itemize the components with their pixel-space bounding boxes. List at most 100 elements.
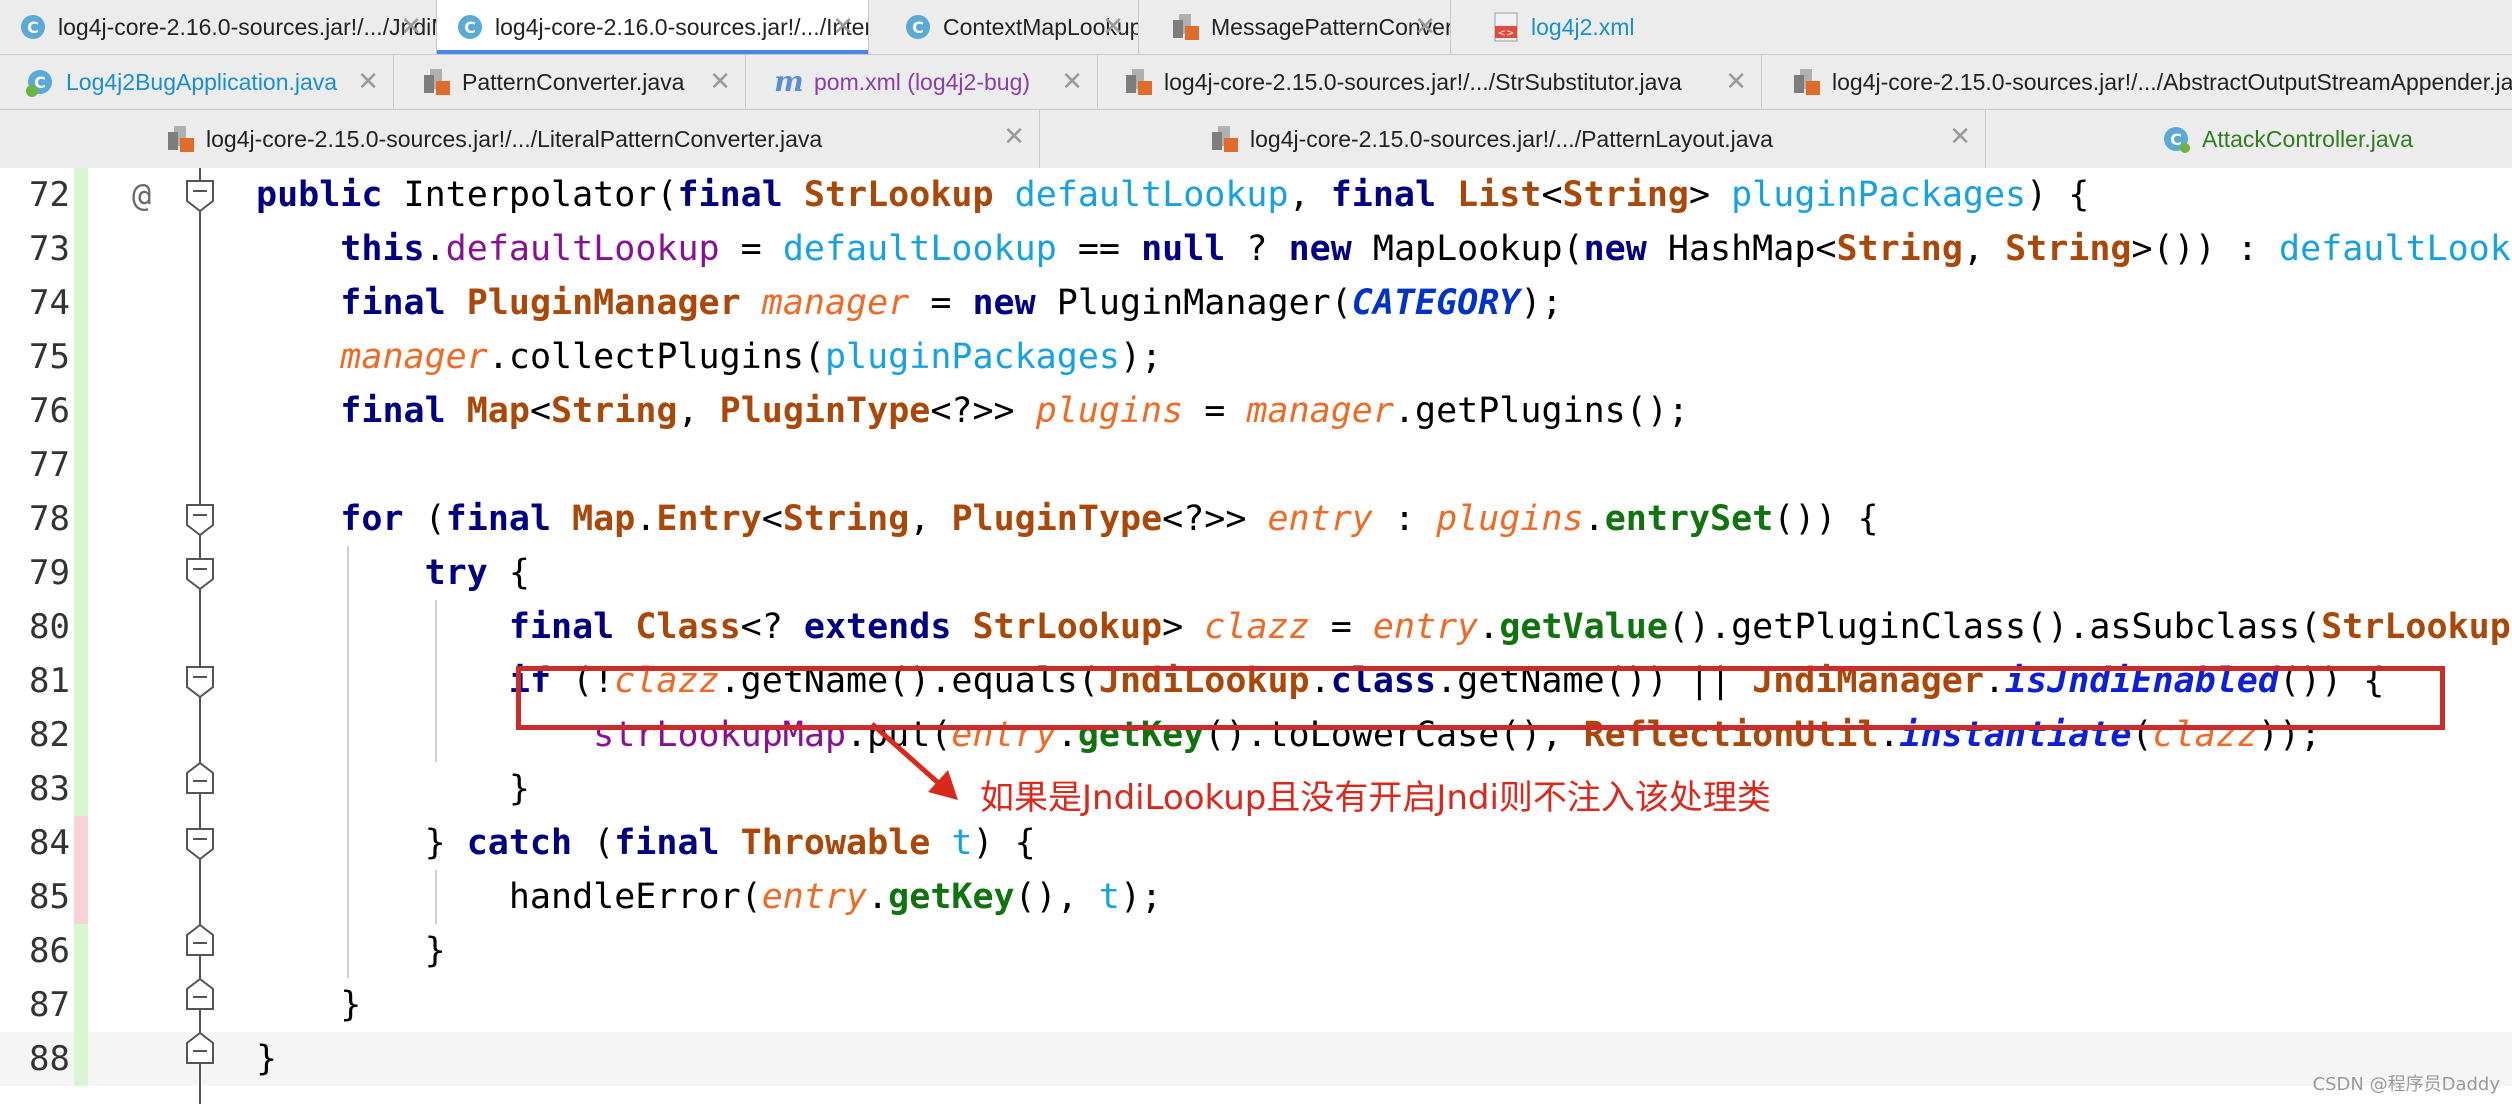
- vcs-change-marker[interactable]: [74, 384, 88, 438]
- code-text[interactable]: public Interpolator(final StrLookup defa…: [256, 168, 2089, 222]
- tab-label: log4j-core-2.15.0-sources.jar!/.../Abstr…: [1832, 68, 2512, 95]
- tab-strsubstitutor[interactable]: log4j-core-2.15.0-sources.jar!/.../StrSu…: [1098, 55, 1762, 109]
- tab-contextmaplookup[interactable]: C ContextMapLookup.java ✕: [869, 0, 1139, 54]
- code-line[interactable]: 72 @ public Interpolator(final StrLookup…: [0, 168, 2512, 222]
- tab-label: Log4j2BugApplication.java: [66, 68, 338, 95]
- implementation-marker[interactable]: @: [132, 168, 151, 222]
- tab-messagepatternconverter[interactable]: MessagePatternConverter.java ✕: [1139, 0, 1451, 54]
- code-text[interactable]: } catch (final Throwable t) {: [256, 816, 1036, 870]
- tab-pom-xml[interactable]: m pom.xml (log4j2-bug) ✕: [746, 55, 1098, 109]
- line-number: 77: [29, 445, 70, 485]
- close-tab-icon[interactable]: ✕: [1949, 122, 1971, 152]
- tab-log4j2-xml[interactable]: <> log4j2.xml: [1451, 0, 1651, 54]
- line-number: 72: [29, 175, 70, 215]
- svg-text:C: C: [912, 18, 924, 37]
- code-line[interactable]: 80 final Class<? extends StrLookup> claz…: [0, 600, 2512, 654]
- vcs-change-marker[interactable]: [74, 492, 88, 546]
- tab-log4j2bugapplication[interactable]: C Log4j2BugApplication.java ✕: [0, 55, 394, 109]
- tab-label: log4j-core-2.15.0-sources.jar!/.../Patte…: [1250, 125, 1773, 152]
- vcs-change-marker[interactable]: [74, 222, 88, 276]
- code-line[interactable]: 73 this.defaultLookup = defaultLookup ==…: [0, 222, 2512, 276]
- code-text[interactable]: for (final Map.Entry<String, PluginType<…: [256, 492, 1878, 546]
- maven-icon: m: [774, 67, 804, 97]
- tab-jndimanager[interactable]: C log4j-core-2.16.0-sources.jar!/.../Jnd…: [0, 0, 437, 54]
- tab-label: log4j-core-2.15.0-sources.jar!/.../Liter…: [206, 125, 823, 152]
- line-number: 85: [29, 877, 70, 917]
- close-tab-icon[interactable]: ✕: [400, 12, 422, 42]
- vcs-change-marker[interactable]: [74, 708, 88, 762]
- code-text[interactable]: this.defaultLookup = defaultLookup == nu…: [256, 222, 2512, 276]
- code-line[interactable]: 77: [0, 438, 2512, 492]
- code-line[interactable]: 88 }: [0, 1032, 2512, 1086]
- code-line[interactable]: 76 final Map<String, PluginType<?>> plug…: [0, 384, 2512, 438]
- svg-text:C: C: [464, 18, 476, 37]
- vcs-change-marker[interactable]: [74, 546, 88, 600]
- line-number: 79: [29, 553, 70, 593]
- code-line[interactable]: 75 manager.collectPlugins(pluginPackages…: [0, 330, 2512, 384]
- close-tab-icon[interactable]: ✕: [1003, 122, 1025, 152]
- tab-attackcontroller[interactable]: C AttackController.java: [1986, 110, 2512, 168]
- tab-patternconverter[interactable]: PatternConverter.java ✕: [394, 55, 746, 109]
- code-text[interactable]: final Map<String, PluginType<?>> plugins…: [256, 384, 1689, 438]
- close-tab-icon[interactable]: ✕: [357, 67, 379, 97]
- code-line[interactable]: 86 }: [0, 924, 2512, 978]
- tab-label: log4j-core-2.16.0-sources.jar!/.../JndiM…: [58, 13, 436, 40]
- code-text[interactable]: }: [256, 1032, 277, 1086]
- vcs-change-marker[interactable]: [74, 816, 88, 870]
- fold-guide-line: [199, 168, 201, 1104]
- tab-literalpatternconverter[interactable]: log4j-core-2.15.0-sources.jar!/.../Liter…: [0, 110, 1040, 168]
- java-lib-class-icon: [1792, 67, 1822, 97]
- tab-interpolator[interactable]: C log4j-core-2.16.0-sources.jar!/.../Int…: [437, 0, 869, 54]
- code-text[interactable]: final PluginManager manager = new Plugin…: [256, 276, 1562, 330]
- editor-tab-row-2: C Log4j2BugApplication.java ✕ PatternCon…: [0, 55, 2512, 110]
- line-number: 75: [29, 337, 70, 377]
- vcs-change-marker[interactable]: [74, 276, 88, 330]
- code-line[interactable]: 87 }: [0, 978, 2512, 1032]
- code-editor[interactable]: 72 @ public Interpolator(final StrLookup…: [0, 168, 2512, 1104]
- code-text[interactable]: }: [256, 924, 446, 978]
- vcs-change-marker[interactable]: [74, 1032, 88, 1086]
- java-lib-class-icon: [1124, 67, 1154, 97]
- java-lib-class-icon: [1171, 12, 1201, 42]
- svg-text:m: m: [774, 67, 804, 97]
- svg-text:C: C: [2170, 130, 2182, 149]
- vcs-change-marker[interactable]: [74, 330, 88, 384]
- tab-label: log4j-core-2.15.0-sources.jar!/.../StrSu…: [1164, 68, 1682, 95]
- vcs-change-marker[interactable]: [74, 762, 88, 816]
- vcs-change-marker[interactable]: [74, 600, 88, 654]
- java-lib-class-icon: [1210, 124, 1240, 154]
- code-text[interactable]: handleError(entry.getKey(), t);: [256, 870, 1162, 924]
- line-number: 80: [29, 607, 70, 647]
- vcs-change-marker[interactable]: [74, 438, 88, 492]
- code-line[interactable]: 79 try {: [0, 546, 2512, 600]
- tab-label: AttackController.java: [2202, 125, 2413, 152]
- close-tab-icon[interactable]: ✕: [1102, 12, 1124, 42]
- code-line[interactable]: 74 final PluginManager manager = new Plu…: [0, 276, 2512, 330]
- code-line[interactable]: 78 for (final Map.Entry<String, PluginTy…: [0, 492, 2512, 546]
- tab-patternlayout[interactable]: log4j-core-2.15.0-sources.jar!/.../Patte…: [1040, 110, 1986, 168]
- code-text[interactable]: final Class<? extends StrLookup> clazz =…: [256, 600, 2512, 654]
- vcs-change-marker[interactable]: [74, 978, 88, 1032]
- close-tab-icon[interactable]: ✕: [1061, 67, 1083, 97]
- vcs-change-marker[interactable]: [74, 168, 88, 222]
- close-tab-icon[interactable]: ✕: [1414, 12, 1436, 42]
- vcs-change-marker[interactable]: [74, 654, 88, 708]
- java-class-icon: C: [903, 12, 933, 42]
- code-text[interactable]: }: [256, 978, 361, 1032]
- tab-abstractoutputstreamappender[interactable]: log4j-core-2.15.0-sources.jar!/.../Abstr…: [1762, 55, 2512, 109]
- code-text[interactable]: try {: [256, 546, 530, 600]
- close-tab-icon[interactable]: ✕: [832, 12, 854, 42]
- line-number: 83: [29, 769, 70, 809]
- close-tab-icon[interactable]: ✕: [1725, 67, 1747, 97]
- close-tab-icon[interactable]: ✕: [709, 67, 731, 97]
- tab-label: log4j-core-2.16.0-sources.jar!/.../Inter…: [495, 13, 868, 40]
- watermark: CSDN @程序员Daddy: [2312, 1074, 2500, 1095]
- code-line[interactable]: 85 handleError(entry.getKey(), t);: [0, 870, 2512, 924]
- code-text[interactable]: manager.collectPlugins(pluginPackages);: [256, 330, 1162, 384]
- vcs-change-marker[interactable]: [74, 870, 88, 924]
- vcs-change-marker[interactable]: [74, 924, 88, 978]
- code-line[interactable]: 84 } catch (final Throwable t) {: [0, 816, 2512, 870]
- spring-class-icon: C: [2162, 124, 2192, 154]
- code-text[interactable]: }: [256, 762, 530, 816]
- java-lib-class-icon: [422, 67, 452, 97]
